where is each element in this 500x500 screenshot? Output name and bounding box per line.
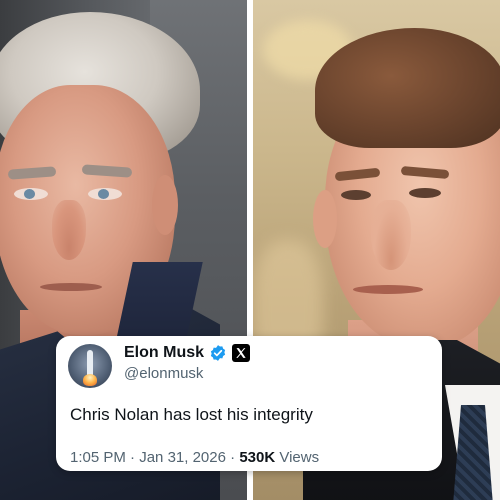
tweet-card[interactable]: Elon Musk @elonmusk Chris Nolan has lost… — [56, 336, 442, 471]
meta-separator: · — [130, 449, 136, 466]
eye — [409, 188, 441, 198]
ear — [313, 190, 337, 248]
rocket-icon — [87, 350, 93, 376]
verified-badge-icon — [209, 344, 227, 362]
ear — [152, 175, 178, 235]
eye — [341, 190, 371, 200]
rocket-flame-icon — [83, 374, 97, 386]
tweet-date[interactable]: Jan 31, 2026 — [139, 449, 226, 466]
nose — [371, 200, 411, 270]
tweet-meta: 1:05 PM · Jan 31, 2026 · 530K Views — [70, 449, 319, 467]
nose — [52, 200, 86, 260]
image-composite: Elon Musk @elonmusk Chris Nolan has lost… — [0, 0, 500, 500]
tweet-text: Chris Nolan has lost his integrity — [70, 405, 313, 424]
views-count: 530K — [239, 449, 276, 466]
iris — [98, 189, 109, 199]
views-label: Views — [279, 449, 320, 466]
meta-separator: · — [230, 449, 236, 466]
x-logo-icon — [232, 344, 251, 362]
avatar[interactable] — [68, 344, 112, 388]
mouth — [40, 283, 102, 291]
iris — [24, 189, 35, 199]
tweet-time[interactable]: 1:05 PM — [70, 449, 126, 466]
mouth — [353, 285, 423, 294]
brown-hair — [315, 28, 500, 148]
author-display-name[interactable]: Elon Musk — [124, 343, 204, 363]
author-row: Elon Musk — [124, 343, 251, 363]
author-handle[interactable]: @elonmusk — [124, 365, 203, 383]
